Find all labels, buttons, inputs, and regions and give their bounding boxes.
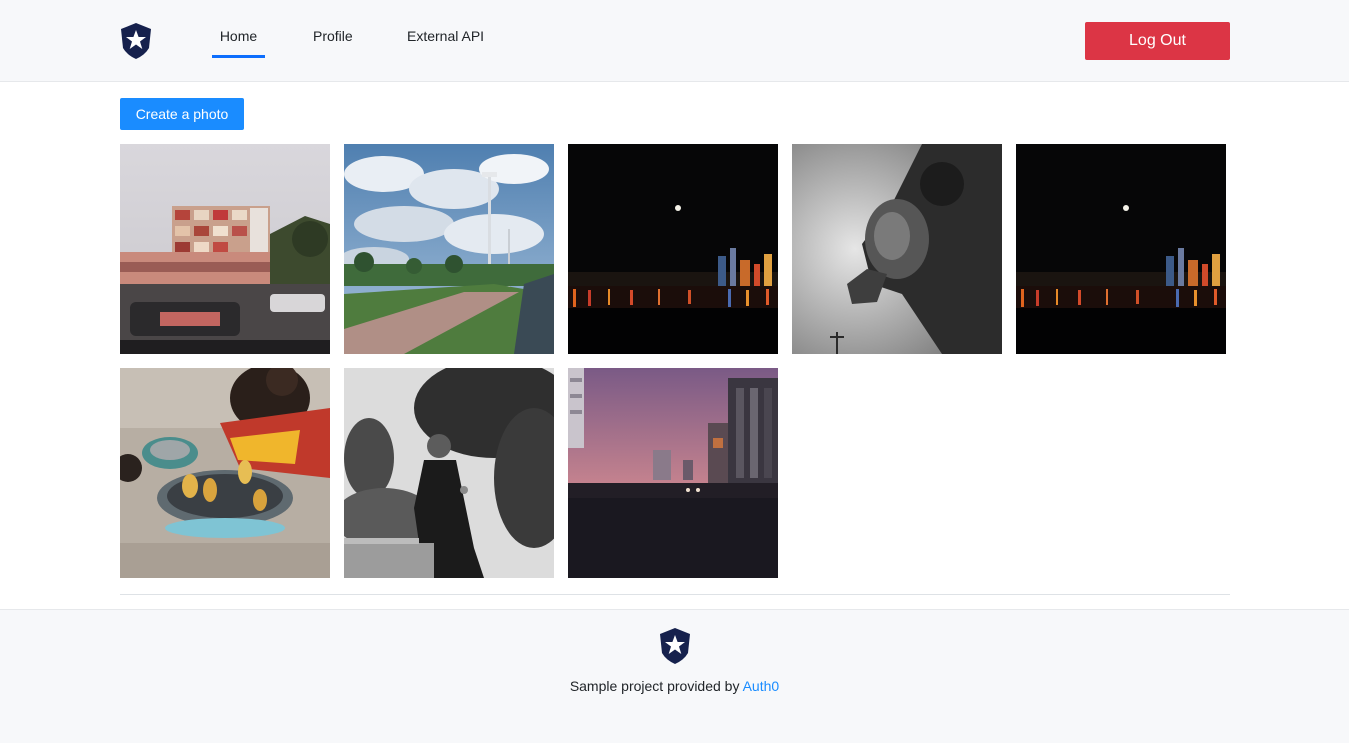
photo-tile[interactable] [120,368,330,578]
nav-link-profile[interactable]: Profile [313,28,353,58]
footer: Sample project provided by Auth0 [0,609,1349,743]
photo-bw-portrait-tree [344,368,554,578]
auth0-link[interactable]: Auth0 [743,678,780,694]
photo-tile[interactable] [344,144,554,354]
footer-text: Sample project provided by Auth0 [0,678,1349,694]
content-divider [120,594,1230,595]
photo-cloudy-promenade [344,144,554,354]
footer-caption: Sample project provided by [569,678,740,694]
photo-tile[interactable] [792,144,1002,354]
photo-tile[interactable] [1016,144,1226,354]
create-photo-button[interactable]: Create a photo [120,98,244,130]
photo-dusk-street [568,368,778,578]
photo-tile[interactable] [568,144,778,354]
auth0-logo-icon [660,628,690,664]
photo-tile[interactable] [344,368,554,578]
logout-button[interactable]: Log Out [1085,22,1230,60]
auth0-logo-icon[interactable] [119,22,153,60]
photo-night-skyline [1016,144,1226,354]
nav-link-external-api[interactable]: External API [407,28,484,58]
navbar: Home Profile External API Log Out [0,0,1349,82]
photo-grill-vendor [120,368,330,578]
nav-link-home[interactable]: Home [212,28,265,58]
photo-street-buildings [120,144,330,354]
photo-bw-astronaut [792,144,1002,354]
photo-tile[interactable] [568,368,778,578]
photo-tile[interactable] [120,144,330,354]
photo-night-skyline [568,144,778,354]
